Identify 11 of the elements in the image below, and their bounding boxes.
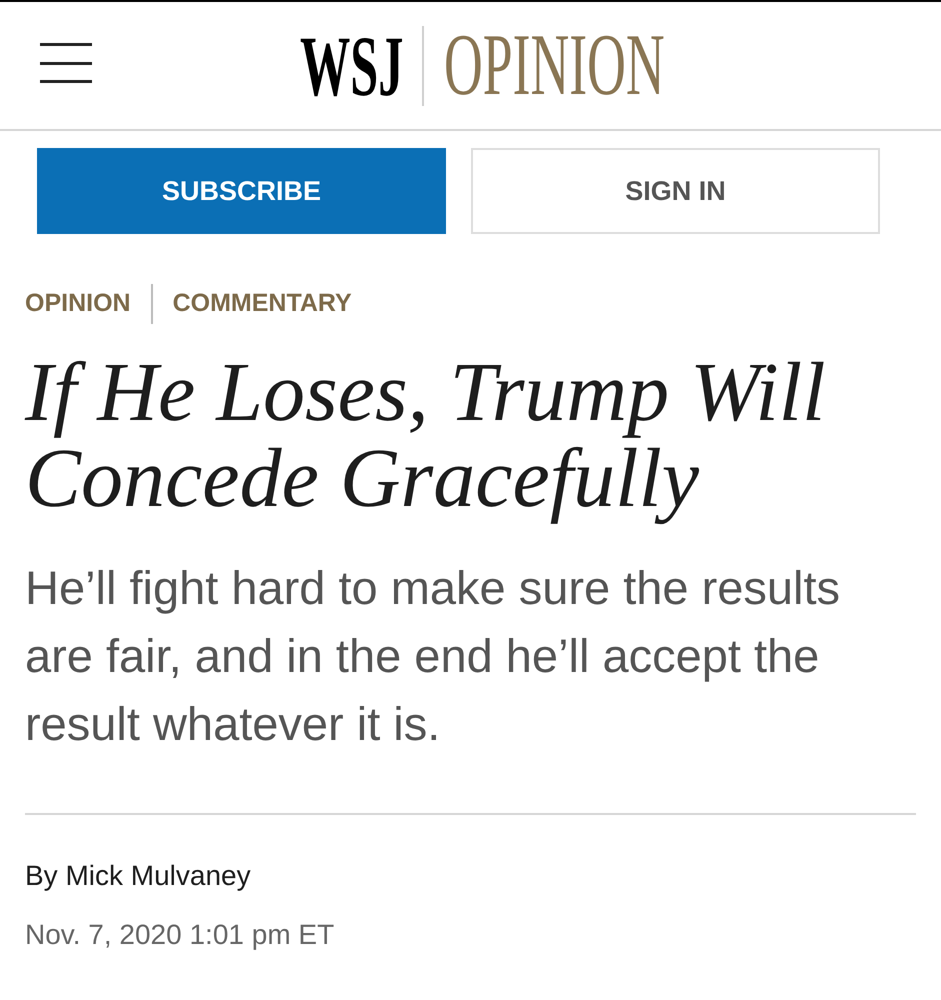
sign-in-button[interactable]: SIGN IN <box>471 148 880 234</box>
byline: By Mick Mulvaney <box>24 859 252 893</box>
article-headline: If He Loses, Trump Will Concede Gracefully <box>24 350 826 522</box>
menu-icon[interactable] <box>40 42 92 84</box>
breadcrumb-link[interactable]: COMMENTARY <box>172 285 352 323</box>
subscribe-button[interactable]: SUBSCRIBE <box>37 148 446 234</box>
article-subheading: He’ll fight hard to make sure the results are fair, and in the end he’ll accept the result whatever it is. <box>24 560 842 752</box>
logo-wordmark: WSJ <box>300 30 404 100</box>
section-title: OPINION <box>444 30 665 100</box>
publish-timestamp: Nov. 7, 2020 1:01 pm ET <box>24 918 336 952</box>
breadcrumb-link[interactable]: OPINION <box>25 285 131 323</box>
